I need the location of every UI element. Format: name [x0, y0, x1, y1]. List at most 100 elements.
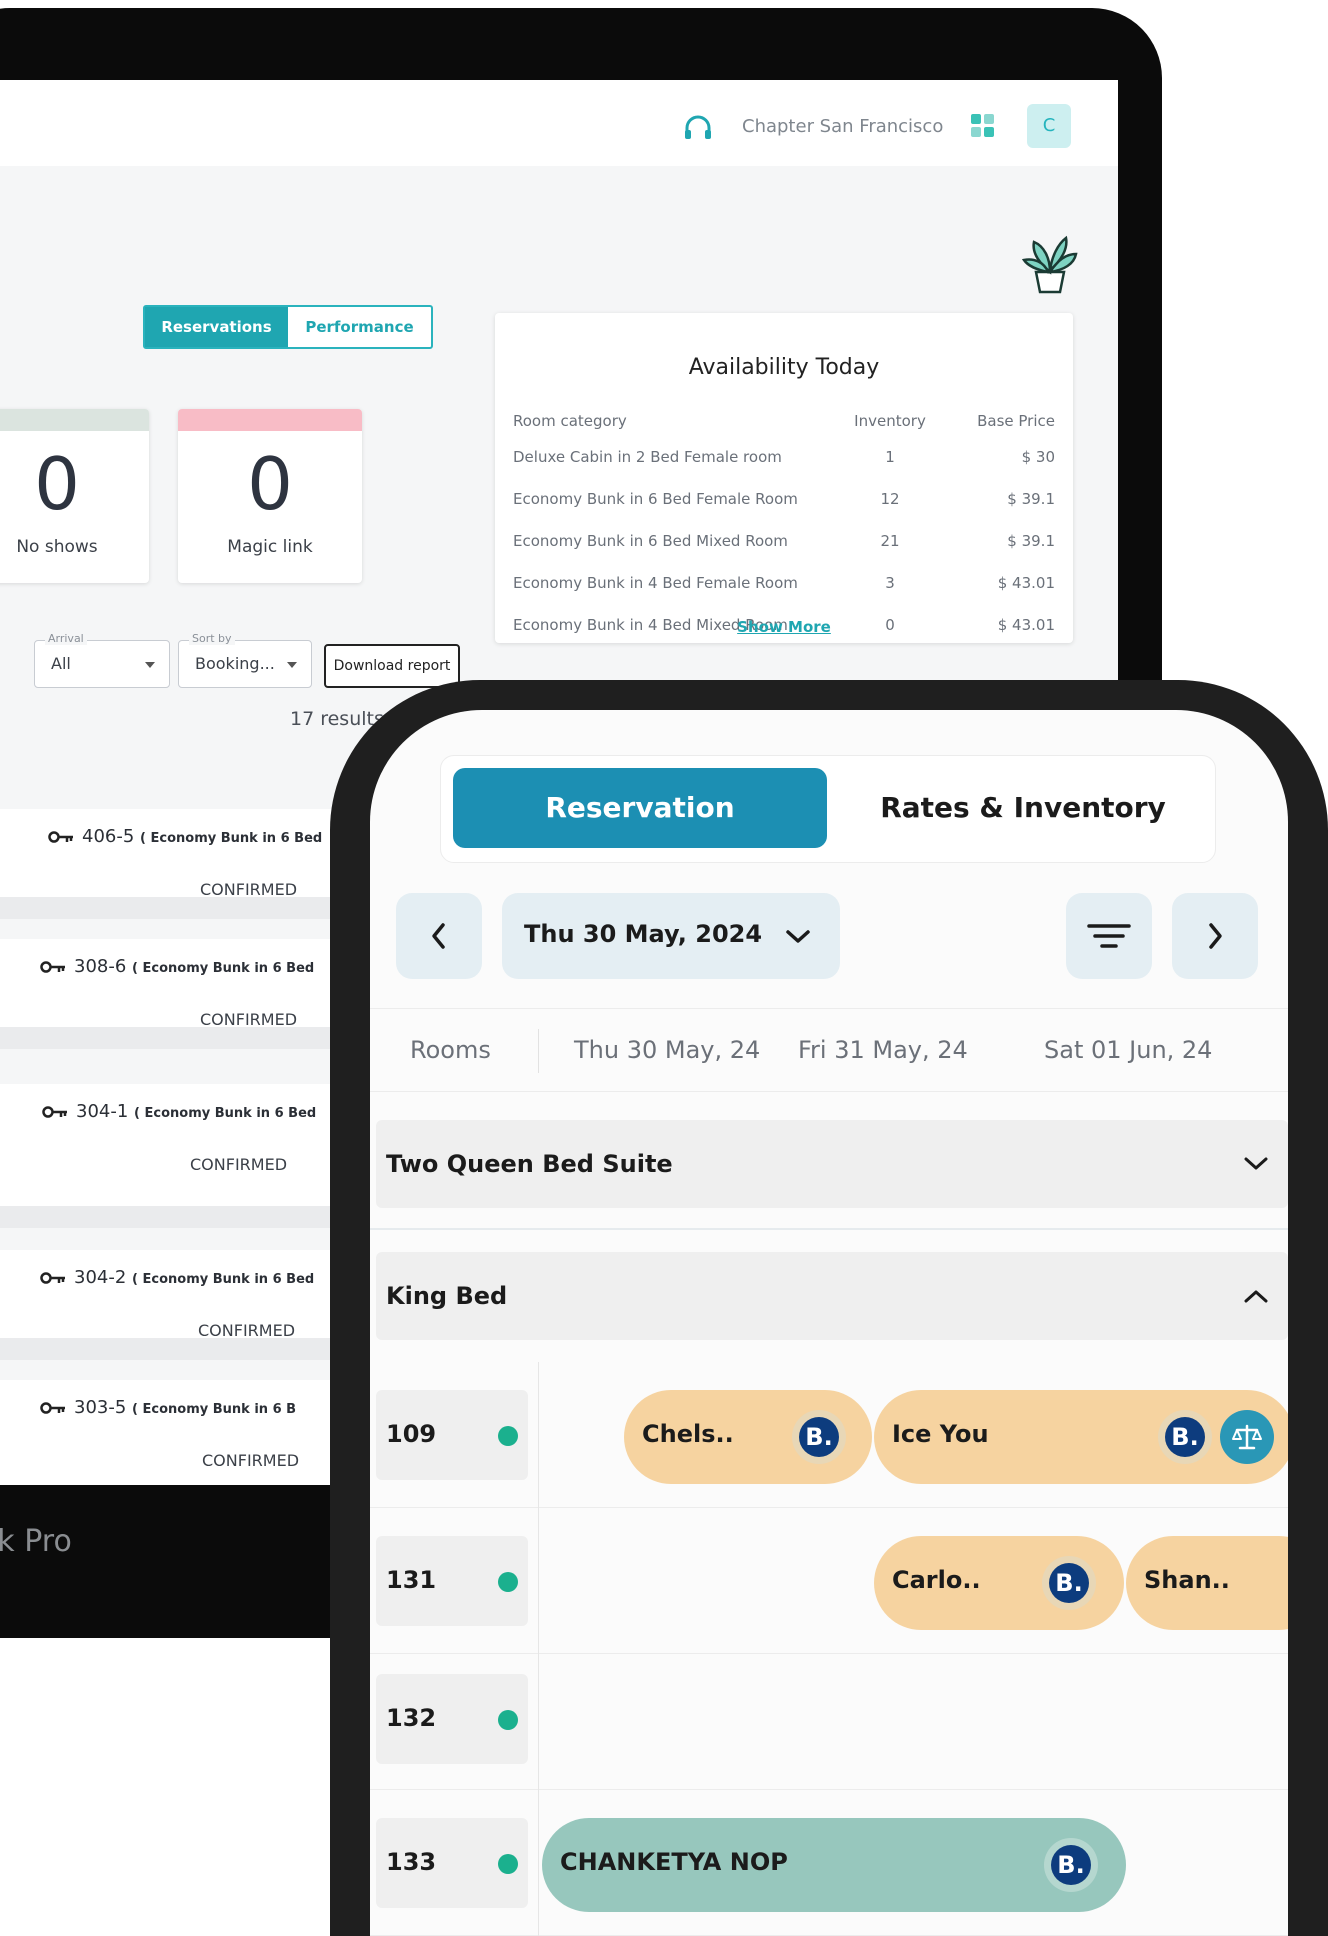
reservation-room: 303-5 ( Economy Bunk in 6 B — [40, 1397, 296, 1418]
next-date-button[interactable] — [1172, 893, 1258, 979]
status-label: CONFIRMED — [198, 1321, 296, 1340]
arrival-select[interactable]: Arrival All — [34, 632, 170, 688]
booking-chip[interactable]: Shan.. — [1126, 1536, 1288, 1630]
key-icon — [42, 1106, 67, 1118]
cell-price: $ 30 — [1021, 448, 1055, 466]
room-category: ( Economy Bunk in 6 Bed — [132, 1272, 315, 1287]
room-cell[interactable]: 131 — [376, 1536, 528, 1626]
column-header: Room category — [513, 412, 627, 430]
column-divider — [538, 1508, 539, 1654]
column-header-date: Fri 31 May, 24 — [798, 1036, 968, 1064]
calendar-header: Rooms Thu 30 May, 24 Fri 31 May, 24 Sat … — [370, 1008, 1288, 1092]
room-number: 304-1 — [76, 1101, 129, 1122]
booking-source-icon: B. — [1044, 1838, 1098, 1892]
cell-category: Economy Bunk in 4 Bed Female Room — [513, 574, 798, 592]
caret-down-icon — [287, 662, 297, 668]
status-label: CONFIRMED — [200, 1010, 298, 1029]
booking-source-letter: B. — [1165, 1417, 1205, 1457]
status-label: CONFIRMED — [190, 1155, 288, 1174]
tab-reservation[interactable]: Reservation — [453, 768, 827, 848]
category-row-two-queen[interactable]: Two Queen Bed Suite — [376, 1120, 1288, 1208]
table-row: Economy Bunk in 6 Bed Mixed Room 21 $ 39… — [513, 520, 1055, 562]
booking-source-letter: B. — [1049, 1563, 1089, 1603]
cell-price: $ 39.1 — [1007, 490, 1055, 508]
table-row: Deluxe Cabin in 2 Bed Female room 1 $ 30 — [513, 436, 1055, 478]
apps-grid-icon[interactable] — [971, 114, 995, 138]
room-row-131: 131 Carlo.. B. Shan.. — [370, 1508, 1288, 1654]
availability-card: Availability Today Room category Invento… — [495, 313, 1073, 643]
room-number: 303-5 — [74, 1397, 127, 1418]
room-number: 406-5 — [82, 826, 135, 847]
key-icon — [40, 961, 65, 973]
tab-performance[interactable]: Performance — [288, 307, 431, 347]
booking-source-icon: B. — [1158, 1410, 1212, 1464]
reservation-room: 304-2 ( Economy Bunk in 6 Bed — [40, 1267, 314, 1288]
booking-chip[interactable]: Ice You B. — [874, 1390, 1288, 1484]
stat-band — [0, 409, 149, 431]
previous-date-button[interactable] — [396, 893, 482, 979]
cell-inventory: 21 — [880, 532, 900, 550]
download-report-button[interactable]: Download report — [324, 644, 460, 688]
room-cell[interactable]: 132 — [376, 1674, 528, 1764]
column-header-date: Thu 30 May, 24 — [574, 1036, 761, 1064]
key-icon — [48, 831, 73, 843]
cell-price: $ 39.1 — [1007, 532, 1055, 550]
booking-chip[interactable]: CHANKETYA NOP B. — [542, 1818, 1126, 1912]
stat-value: 0 — [34, 442, 80, 526]
stat-card-no-shows[interactable]: 0 No shows — [0, 409, 149, 583]
status-label: CONFIRMED — [202, 1451, 300, 1470]
headset-icon[interactable] — [682, 113, 714, 145]
room-category: ( Economy Bunk in 6 Bed — [140, 831, 323, 846]
booking-chip[interactable]: Chels.. B. — [624, 1390, 872, 1484]
booking-chip[interactable]: Carlo.. B. — [874, 1536, 1124, 1630]
cell-inventory: 3 — [885, 574, 895, 592]
guest-name: Carlo.. — [892, 1566, 981, 1594]
availability-dot — [498, 1854, 518, 1874]
room-number: 133 — [386, 1848, 437, 1876]
property-name[interactable]: Chapter San Francisco — [742, 116, 943, 137]
stat-band — [178, 409, 362, 431]
tab-rates-inventory[interactable]: Rates & Inventory — [841, 768, 1205, 848]
sort-select[interactable]: Sort by Booking... — [178, 632, 312, 688]
room-category: ( Economy Bunk in 6 Bed — [132, 961, 315, 976]
room-number: 131 — [386, 1566, 437, 1594]
plant-icon — [1021, 235, 1078, 294]
phone-frame: Reservation Rates & Inventory Thu 30 May… — [330, 680, 1328, 1936]
column-divider — [538, 1362, 539, 1508]
chevron-right-icon — [1209, 923, 1222, 949]
room-number: 109 — [386, 1420, 437, 1448]
chevron-up-icon — [1244, 1290, 1268, 1303]
date-selector[interactable]: Thu 30 May, 2024 — [502, 893, 840, 979]
user-avatar[interactable]: C — [1027, 104, 1071, 148]
guest-name: Shan.. — [1144, 1566, 1230, 1594]
column-header: Inventory — [854, 412, 926, 430]
filter-button[interactable] — [1066, 893, 1152, 979]
room-cell[interactable]: 109 — [376, 1390, 528, 1480]
room-number: 304-2 — [74, 1267, 127, 1288]
category-row-king-bed[interactable]: King Bed — [376, 1252, 1288, 1340]
show-more-link[interactable]: Show More — [495, 618, 1073, 636]
availability-table: Room category Inventory Base Price Delux… — [513, 406, 1055, 646]
key-icon — [40, 1402, 65, 1414]
stat-value: 0 — [247, 442, 293, 526]
column-header-date: Sat 01 Jun, 24 — [1044, 1036, 1213, 1064]
cell-category: Deluxe Cabin in 2 Bed Female room — [513, 448, 782, 466]
chevron-down-icon — [786, 930, 810, 943]
view-toggle: Reservations Performance — [143, 305, 433, 349]
top-bar: Chapter San Francisco C — [0, 80, 1118, 166]
stat-label: Magic link — [227, 537, 313, 557]
status-label: CONFIRMED — [200, 880, 298, 899]
availability-dot — [498, 1710, 518, 1730]
category-name: Two Queen Bed Suite — [386, 1150, 673, 1178]
arrival-value: All — [51, 654, 71, 673]
caret-down-icon — [145, 662, 155, 668]
booking-source-icon: B. — [792, 1410, 846, 1464]
reservation-room: 304-1 ( Economy Bunk in 6 Bed — [42, 1101, 316, 1122]
filter-icon — [1087, 924, 1131, 948]
segmented-tabs: Reservation Rates & Inventory — [440, 755, 1216, 863]
room-number: 308-6 — [74, 956, 127, 977]
stat-card-magic-link[interactable]: 0 Magic link — [178, 409, 362, 583]
table-header: Room category Inventory Base Price — [513, 406, 1055, 436]
room-cell[interactable]: 133 — [376, 1818, 528, 1908]
tab-reservations[interactable]: Reservations — [145, 307, 288, 347]
